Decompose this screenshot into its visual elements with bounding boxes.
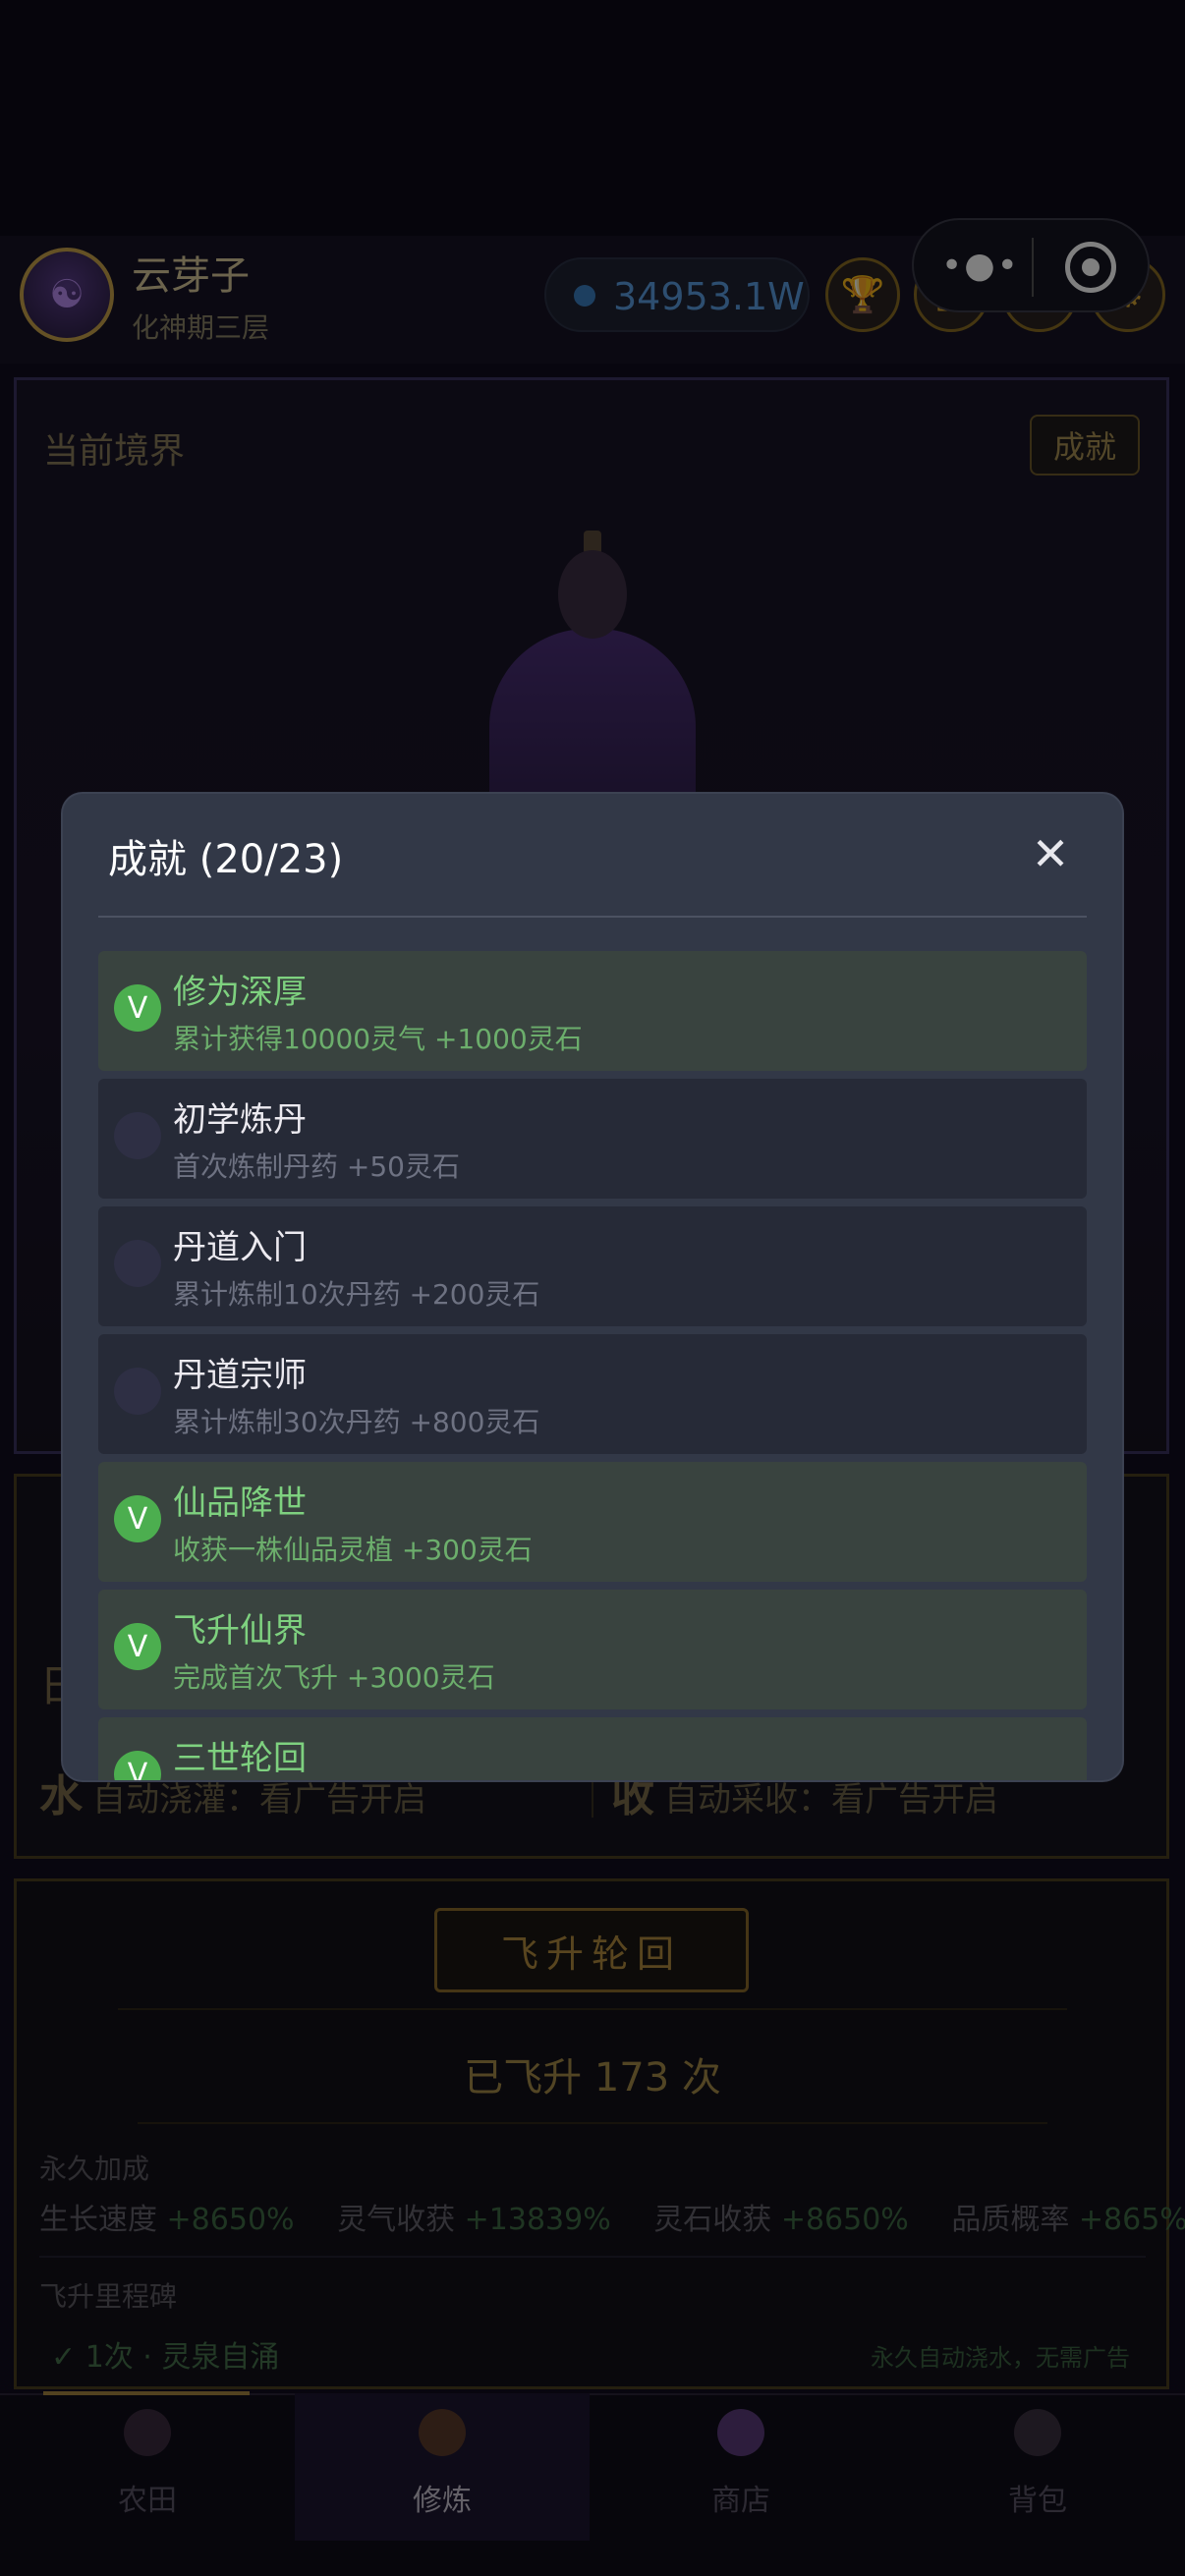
achievement-desc: 累计炼制30次丹药 +800灵石 [173,1406,540,1438]
achievement-list[interactable]: V 修为深厚 累计获得10000灵气 +1000灵石 初学炼丹 首次炼制丹药 +… [98,951,1087,1780]
locked-icon [114,1368,161,1415]
check-icon: V [114,1495,161,1542]
achievement-desc: 首次炼制丹药 +50灵石 [173,1150,460,1183]
achievement-desc: 收获一株仙品灵植 +300灵石 [173,1534,533,1566]
achievement-desc: 累计获得10000灵气 +1000灵石 [173,1023,583,1055]
achievement-item: V 三世轮回 [98,1717,1087,1780]
modal-divider [98,916,1087,918]
achievement-name: 丹道宗师 [173,1356,307,1395]
check-icon: V [114,1751,161,1780]
achievement-name: 三世轮回 [173,1739,307,1778]
achievement-item: V 仙品降世 收获一株仙品灵植 +300灵石 [98,1462,1087,1582]
achievement-desc: 完成首次飞升 +3000灵石 [173,1661,495,1694]
locked-icon [114,1112,161,1159]
locked-icon [114,1240,161,1287]
achievements-modal: 成就 (20/23) ✕ V 修为深厚 累计获得10000灵气 +1000灵石 … [63,794,1122,1780]
achievement-desc: 累计炼制10次丹药 +200灵石 [173,1278,540,1311]
achievement-name: 仙品降世 [173,1484,307,1523]
achievement-item: V 飞升仙界 完成首次飞升 +3000灵石 [98,1590,1087,1709]
check-icon: V [114,984,161,1032]
achievement-name: 飞升仙界 [173,1611,307,1651]
achievement-item: 丹道入门 累计炼制10次丹药 +200灵石 [98,1206,1087,1326]
app-root: ☯ 云芽子 化神期三层 34953.1W 🏆 ▣ ? ⚙ •●• 当前境界 成就… [0,0,1185,2576]
achievement-name: 修为深厚 [173,973,307,1012]
close-icon[interactable]: ✕ [1026,829,1075,878]
achievement-name: 初学炼丹 [173,1100,307,1140]
achievement-item: 初学炼丹 首次炼制丹药 +50灵石 [98,1079,1087,1199]
check-icon: V [114,1623,161,1670]
achievement-item: 丹道宗师 累计炼制30次丹药 +800灵石 [98,1334,1087,1454]
achievement-item: V 修为深厚 累计获得10000灵气 +1000灵石 [98,951,1087,1071]
achievement-name: 丹道入门 [173,1228,307,1267]
modal-title: 成就 (20/23) [108,837,344,882]
